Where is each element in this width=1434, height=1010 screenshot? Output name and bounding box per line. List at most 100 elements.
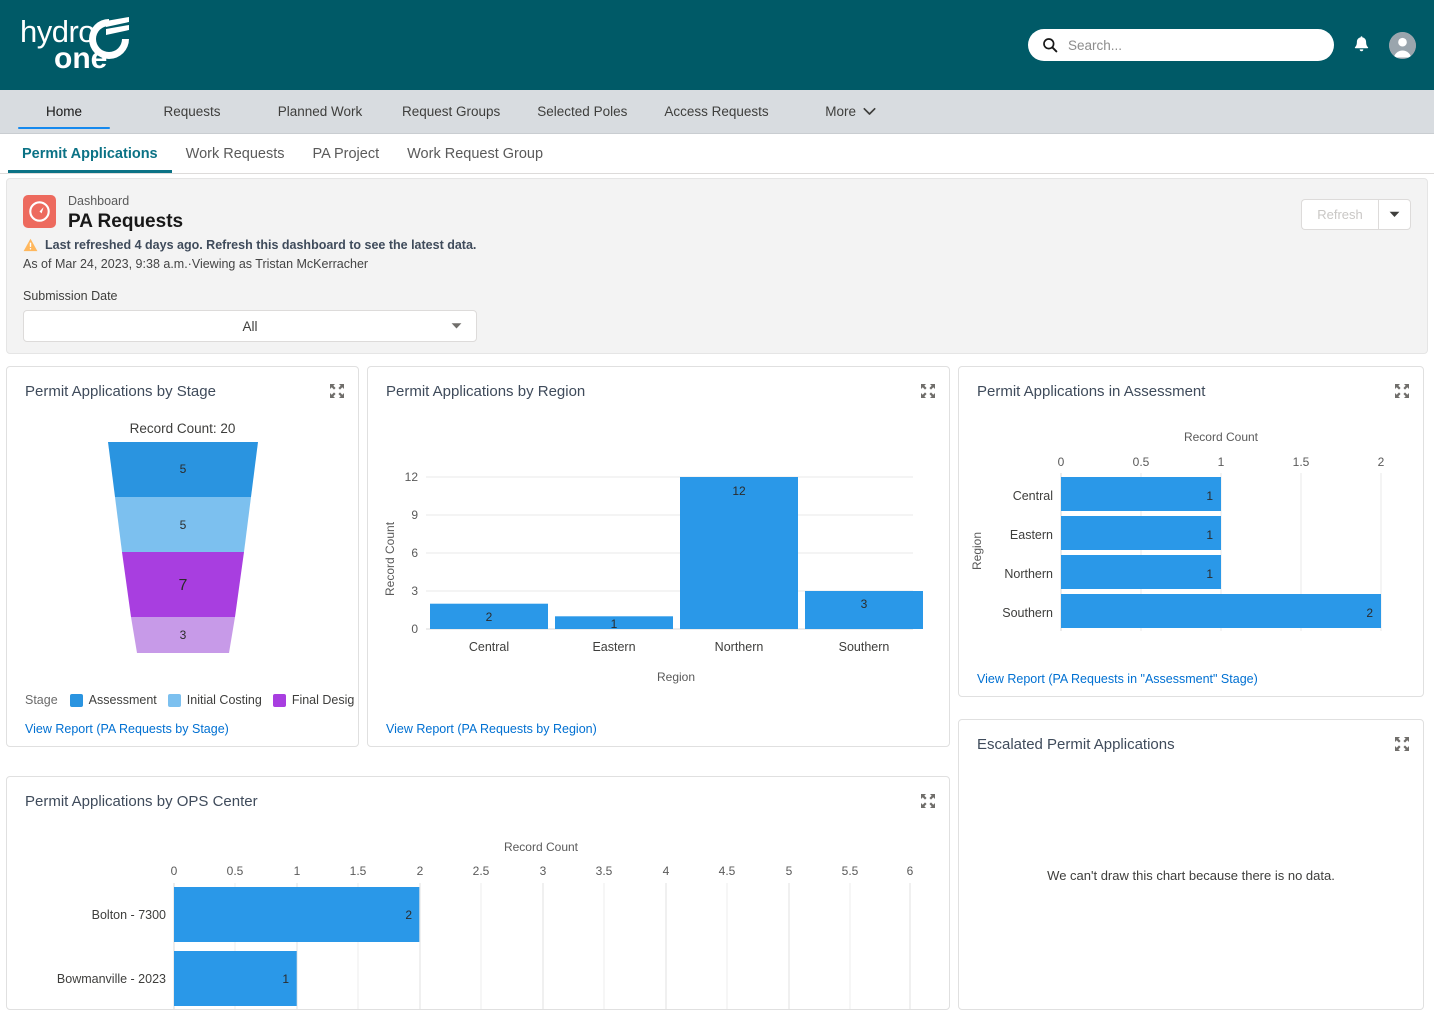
assessment-value-central: 1 — [1206, 489, 1213, 503]
nav-item-selected-poles[interactable]: Selected Poles — [518, 90, 646, 133]
assessment-value-northern: 1 — [1206, 567, 1213, 581]
region-bar-northern[interactable] — [680, 477, 798, 629]
ops-cat-bowmanville: Bowmanville - 2023 — [57, 972, 166, 986]
hydro-one-logo: hydro one — [20, 14, 135, 76]
region-cat-eastern: Eastern — [592, 640, 635, 654]
expand-icon[interactable] — [920, 793, 936, 809]
assessment-y-axis-title: Region — [970, 532, 984, 570]
view-report-link-assessment[interactable]: View Report (PA Requests in "Assessment"… — [977, 672, 1258, 686]
panel-title-ops: Permit Applications by OPS Center — [25, 793, 258, 810]
notifications-button[interactable] — [1352, 35, 1371, 55]
legend-swatch-final-design — [272, 693, 286, 707]
panel-title-assessment: Permit Applications in Assessment — [977, 383, 1206, 400]
panel-permit-applications-in-assessment: Permit Applications in Assessment Record… — [958, 366, 1424, 697]
legend-label-final-design: Final Desig — [291, 693, 355, 707]
assessment-xtick-1: 1 — [1218, 455, 1225, 469]
funnel-legend: Stage Assessment Initial Costing Final D… — [25, 692, 358, 708]
nav-item-access-requests[interactable]: Access Requests — [646, 90, 786, 133]
expand-icon[interactable] — [1394, 383, 1410, 399]
ops-xtick-5: 5 — [786, 864, 793, 878]
view-report-link-stage[interactable]: View Report (PA Requests by Stage) — [25, 722, 229, 736]
assessment-bar-eastern[interactable] — [1061, 516, 1221, 550]
expand-icon[interactable] — [329, 383, 345, 399]
ops-xtick-1: 1 — [294, 864, 301, 878]
ops-xtick-0: 0 — [171, 864, 178, 878]
panel-permit-applications-by-stage: Permit Applications by Stage Record Coun… — [6, 366, 359, 747]
region-chart-svg: Record Count 12 9 6 3 0 2 1 12 3 Central… — [383, 470, 923, 684]
dashboard-icon — [23, 195, 56, 228]
tab-pa-project[interactable]: PA Project — [299, 134, 394, 173]
gauge-icon — [29, 201, 50, 222]
submission-date-filter[interactable]: All — [23, 310, 477, 342]
region-value-northern: 12 — [732, 484, 746, 498]
assessment-bar-chart: Record Count 0 0.5 1 1.5 2 Region 1 Cent… — [959, 401, 1423, 656]
assessment-bar-northern[interactable] — [1061, 555, 1221, 589]
dashboard-identity: Dashboard PA Requests — [23, 193, 1411, 233]
app-navigation-bar: Home Requests Planned Work Request Group… — [0, 90, 1434, 134]
panel-title-escalated: Escalated Permit Applications — [977, 736, 1175, 753]
assessment-value-eastern: 1 — [1206, 528, 1213, 542]
refresh-button[interactable]: Refresh — [1301, 199, 1378, 230]
user-avatar[interactable] — [1389, 31, 1416, 59]
search-input[interactable] — [1068, 29, 1320, 61]
ops-xtick-3: 3 — [540, 864, 547, 878]
view-report-link-region[interactable]: View Report (PA Requests by Region) — [386, 722, 597, 736]
panel-permit-applications-by-ops-center: Permit Applications by OPS Center Record… — [6, 776, 950, 1010]
region-cat-central: Central — [469, 640, 509, 654]
tab-work-requests[interactable]: Work Requests — [172, 134, 299, 173]
tab-work-requests-label: Work Requests — [185, 145, 285, 162]
region-ytick-6: 6 — [411, 546, 418, 560]
tab-work-request-group[interactable]: Work Request Group — [393, 134, 557, 173]
legend-item-final-design[interactable]: Final Desig — [272, 693, 355, 707]
nav-item-home[interactable]: Home — [0, 90, 128, 133]
assessment-chart-svg: Record Count 0 0.5 1 1.5 2 Region 1 Cent… — [970, 430, 1385, 631]
nav-item-access-requests-label: Access Requests — [664, 104, 769, 119]
warning-icon — [23, 238, 38, 252]
ops-cat-bolton: Bolton - 7300 — [92, 908, 166, 922]
legend-label-assessment: Assessment — [88, 693, 157, 707]
assessment-bar-central[interactable] — [1061, 477, 1221, 511]
ops-xtick-0.5: 0.5 — [227, 864, 244, 878]
legend-swatch-initial-costing — [167, 693, 181, 707]
ops-xtick-3.5: 3.5 — [596, 864, 613, 878]
escalated-no-data-message: We can't draw this chart because there i… — [1047, 868, 1335, 883]
header-actions — [1028, 29, 1416, 61]
ops-xtick-4.5: 4.5 — [719, 864, 736, 878]
assessment-cat-eastern: Eastern — [1010, 528, 1053, 542]
ops-value-bowmanville: 1 — [282, 972, 289, 986]
ops-xtick-2.5: 2.5 — [473, 864, 490, 878]
ops-bar-bolton[interactable] — [174, 887, 420, 942]
refresh-button-group: Refresh — [1301, 199, 1411, 230]
expand-icon[interactable] — [1394, 736, 1410, 752]
global-search[interactable] — [1028, 29, 1334, 61]
filter-label-submission-date: Submission Date — [23, 289, 118, 303]
expand-icon[interactable] — [920, 383, 936, 399]
legend-item-assessment[interactable]: Assessment — [69, 693, 157, 707]
nav-item-planned-work[interactable]: Planned Work — [256, 90, 384, 133]
ops-bar-bowmanville[interactable] — [174, 951, 297, 1006]
nav-item-more[interactable]: More — [787, 90, 915, 133]
panel-title-region: Permit Applications by Region — [386, 383, 586, 400]
region-bar-chart: Record Count 12 9 6 3 0 2 1 12 3 Central… — [368, 409, 949, 709]
tab-work-request-group-label: Work Request Group — [407, 145, 544, 162]
nav-item-request-groups[interactable]: Request Groups — [384, 90, 518, 133]
assessment-bar-southern[interactable] — [1061, 594, 1381, 628]
ops-xtick-1.5: 1.5 — [350, 864, 367, 878]
region-x-axis-title: Region — [657, 670, 695, 684]
tab-pa-project-label: PA Project — [312, 145, 380, 162]
region-cat-northern: Northern — [715, 640, 764, 654]
search-icon — [1043, 38, 1058, 53]
legend-item-initial-costing[interactable]: Initial Costing — [167, 693, 262, 707]
region-ytick-12: 12 — [405, 470, 419, 484]
ops-chart-svg: Record Count 0 0.5 1 1.5 2 2.5 3 3.5 4 4… — [57, 840, 914, 1009]
object-tab-bar: Permit Applications Work Requests PA Pro… — [0, 134, 1434, 174]
ops-value-bolton: 2 — [405, 908, 412, 922]
refresh-options-button[interactable] — [1378, 199, 1411, 230]
nav-item-requests[interactable]: Requests — [128, 90, 256, 133]
refresh-warning-text: Last refreshed 4 days ago. Refresh this … — [45, 238, 477, 252]
refresh-button-label: Refresh — [1317, 207, 1363, 222]
ops-xtick-5.5: 5.5 — [842, 864, 859, 878]
dashboard-as-of: As of Mar 24, 2023, 9:38 a.m.·Viewing as… — [23, 257, 369, 271]
legend-swatch-assessment — [69, 693, 83, 707]
tab-permit-applications[interactable]: Permit Applications — [8, 134, 172, 173]
